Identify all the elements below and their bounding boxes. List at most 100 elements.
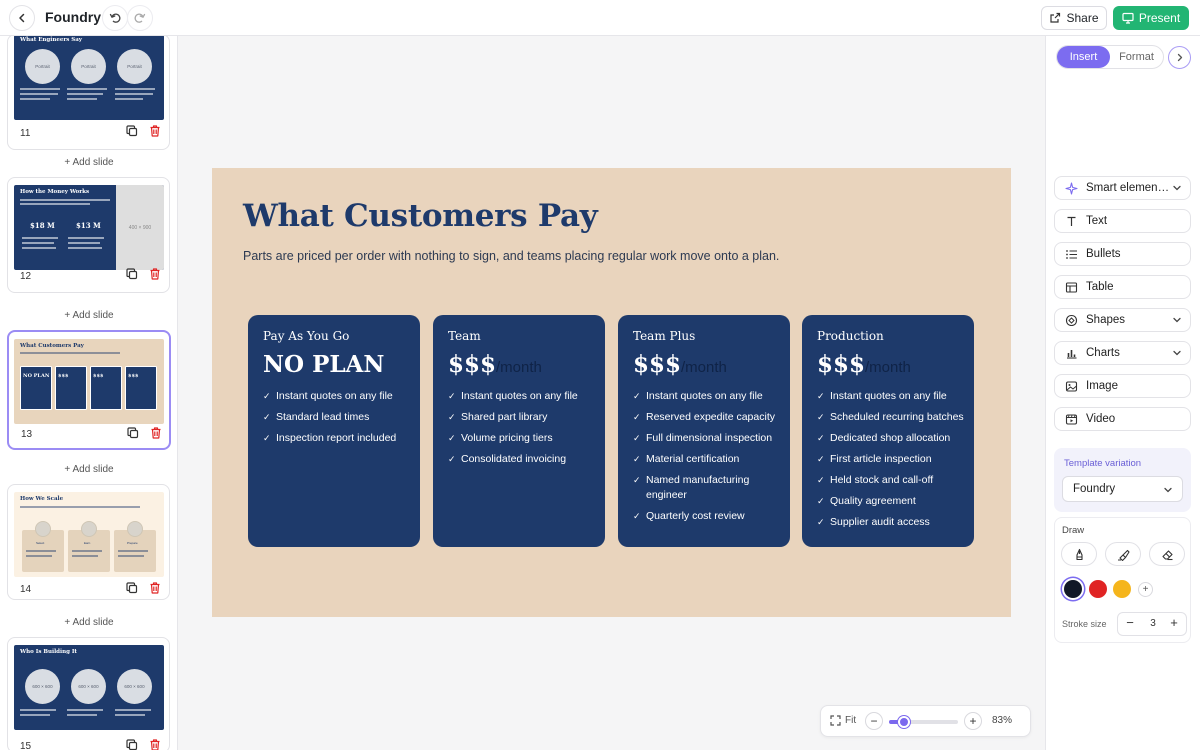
- delete-icon[interactable]: [148, 738, 162, 750]
- insert-video-button[interactable]: Video: [1054, 407, 1191, 431]
- portrait-placeholder: Portrait: [117, 49, 152, 84]
- fit-button[interactable]: Fit: [830, 715, 856, 726]
- share-button[interactable]: Share: [1041, 6, 1107, 30]
- duplicate-icon[interactable]: [125, 267, 139, 281]
- slide-thumbnail[interactable]: What Customers Pay NO PLAN $$$ $$$ $$$: [14, 339, 164, 424]
- insert-charts-button[interactable]: Charts: [1054, 341, 1191, 365]
- collapse-panel-button[interactable]: [1168, 46, 1191, 69]
- duplicate-icon[interactable]: [125, 581, 139, 595]
- stroke-decrease-button[interactable]: −: [1121, 615, 1139, 630]
- zoom-slider[interactable]: [889, 716, 958, 728]
- slide-thumbnail-card[interactable]: How the Money Works $18 M $13 M 400 × 90…: [7, 177, 170, 293]
- duplicate-icon[interactable]: [125, 124, 139, 138]
- plan-feature: ✓ Inspection report included: [263, 432, 397, 444]
- insert-item-label: Text: [1086, 215, 1108, 227]
- chevron-down-icon: [1173, 185, 1181, 191]
- color-swatch-black[interactable]: [1064, 580, 1082, 598]
- eraser-tool-button[interactable]: [1149, 542, 1185, 566]
- color-swatch-yellow[interactable]: [1113, 580, 1131, 598]
- slide-number: 14: [20, 584, 32, 595]
- eraser-icon: [1161, 549, 1173, 560]
- slide-thumbnail-card[interactable]: How We Scale Select Earn Prepare 14: [7, 484, 170, 600]
- plan-price-value: $$$: [817, 351, 866, 378]
- delete-icon[interactable]: [148, 124, 162, 138]
- plan-feature-list: ✓ Instant quotes on any file ✓ Shared part…: [448, 389, 598, 473]
- add-slide-button[interactable]: + Add slide: [0, 617, 177, 628]
- slide-title[interactable]: What Customers Pay: [243, 198, 598, 234]
- thumb-plan-price: $$$: [93, 373, 104, 379]
- color-swatch-red[interactable]: [1089, 580, 1107, 598]
- insert-item-label: Smart elemen…: [1086, 182, 1170, 194]
- slide-thumbnail[interactable]: How the Money Works $18 M $13 M 400 × 90…: [14, 185, 164, 270]
- pricing-card-production[interactable]: Production $$$/month ✓ Instant quotes on …: [802, 315, 974, 547]
- template-variation-section: Template variation Foundry: [1054, 448, 1191, 512]
- slide-canvas[interactable]: What Customers Pay Parts are priced per …: [212, 168, 1011, 617]
- check-icon: ✓: [633, 433, 641, 443]
- insert-item-label: Shapes: [1086, 314, 1126, 326]
- present-button[interactable]: Present: [1113, 6, 1189, 30]
- redo-button[interactable]: [127, 5, 153, 31]
- add-slide-button[interactable]: + Add slide: [0, 157, 177, 168]
- add-slide-button[interactable]: + Add slide: [0, 310, 177, 321]
- stroke-size-value[interactable]: 3: [1146, 618, 1160, 629]
- duplicate-icon[interactable]: [125, 738, 139, 750]
- plan-feature: ✓ Quality agreement: [817, 495, 916, 507]
- check-icon: ✓: [448, 391, 456, 401]
- plan-feature: ✓ Full dimensional inspection: [633, 432, 773, 444]
- plan-price-value: $$$: [633, 351, 682, 378]
- insert-table-button[interactable]: Table: [1054, 275, 1191, 299]
- insert-image-button[interactable]: Image: [1054, 374, 1191, 398]
- slide-thumbnail[interactable]: What Engineers Say Portrait Portrait Por…: [14, 36, 164, 120]
- slide-subtitle[interactable]: Parts are priced per order with nothing …: [243, 249, 779, 263]
- stroke-increase-button[interactable]: +: [1165, 615, 1183, 630]
- delete-icon[interactable]: [148, 581, 162, 595]
- pricing-card-pay-as-you-go[interactable]: Pay As You Go NO PLAN ✓ Instant quotes on…: [248, 315, 420, 547]
- check-icon: ✓: [817, 475, 825, 485]
- thumb-title: How the Money Works: [20, 189, 90, 195]
- delete-icon[interactable]: [148, 267, 162, 281]
- plan-feature: ✓ Shared part library: [448, 411, 548, 423]
- thumb-title: How We Scale: [20, 496, 64, 502]
- check-icon: ✓: [817, 391, 825, 401]
- zoom-slider-thumb[interactable]: [898, 716, 910, 728]
- zoom-in-button[interactable]: +: [964, 712, 982, 730]
- pricing-card-team[interactable]: Team $$$/month ✓ Instant quotes on any fi…: [433, 315, 605, 547]
- insert-text-button[interactable]: Text: [1054, 209, 1191, 233]
- video-icon: [1065, 413, 1078, 425]
- portrait-placeholder: Portrait: [25, 49, 60, 84]
- delete-icon[interactable]: [149, 426, 163, 440]
- thumb-plan-price: $$$: [58, 373, 69, 379]
- check-icon: ✓: [448, 412, 456, 422]
- check-icon: ✓: [633, 475, 641, 485]
- tab-format[interactable]: Format: [1110, 46, 1163, 68]
- duplicate-icon[interactable]: [126, 426, 140, 440]
- zoom-out-button[interactable]: −: [865, 712, 883, 730]
- plan-price: $$$/month: [633, 351, 727, 378]
- thumb-col-label: Select: [36, 541, 45, 545]
- insert-shapes-button[interactable]: Shapes: [1054, 308, 1191, 332]
- add-slide-button[interactable]: + Add slide: [0, 464, 177, 475]
- plan-feature: ✓ Standard lead times: [263, 411, 370, 423]
- pricing-card-team-plus[interactable]: Team Plus $$$/month ✓ Instant quotes on a…: [618, 315, 790, 547]
- thumb-title: What Customers Pay: [20, 343, 84, 349]
- slide-thumbnail-card[interactable]: Who Is Building It 600 × 600 600 × 600 6…: [7, 637, 170, 750]
- plan-name: Production: [817, 329, 884, 343]
- undo-button[interactable]: [102, 5, 128, 31]
- slide-thumbnail[interactable]: Who Is Building It 600 × 600 600 × 600 6…: [14, 645, 164, 730]
- tab-insert[interactable]: Insert: [1057, 46, 1110, 68]
- add-color-button[interactable]: +: [1138, 582, 1153, 597]
- slide-thumbnail-card[interactable]: What Engineers Say Portrait Portrait Por…: [7, 36, 170, 150]
- plan-name: Pay As You Go: [263, 329, 350, 343]
- panel-tabs: Insert Format: [1056, 45, 1164, 69]
- pen-tool-button[interactable]: [1061, 542, 1097, 566]
- check-icon: ✓: [817, 517, 825, 527]
- slide-thumbnail[interactable]: How We Scale Select Earn Prepare: [14, 492, 164, 577]
- slide-thumbnail-card-active[interactable]: What Customers Pay NO PLAN $$$ $$$ $$$ 1…: [7, 330, 171, 450]
- template-variation-select[interactable]: Foundry: [1062, 476, 1183, 502]
- plan-feature: ✓ Supplier audit access: [817, 516, 930, 528]
- insert-smart-element-button[interactable]: Smart elemen…: [1054, 176, 1191, 200]
- plan-price: $$$/month: [448, 351, 542, 378]
- back-button[interactable]: [9, 5, 35, 31]
- insert-bullets-button[interactable]: Bullets: [1054, 242, 1191, 266]
- highlighter-tool-button[interactable]: [1105, 542, 1141, 566]
